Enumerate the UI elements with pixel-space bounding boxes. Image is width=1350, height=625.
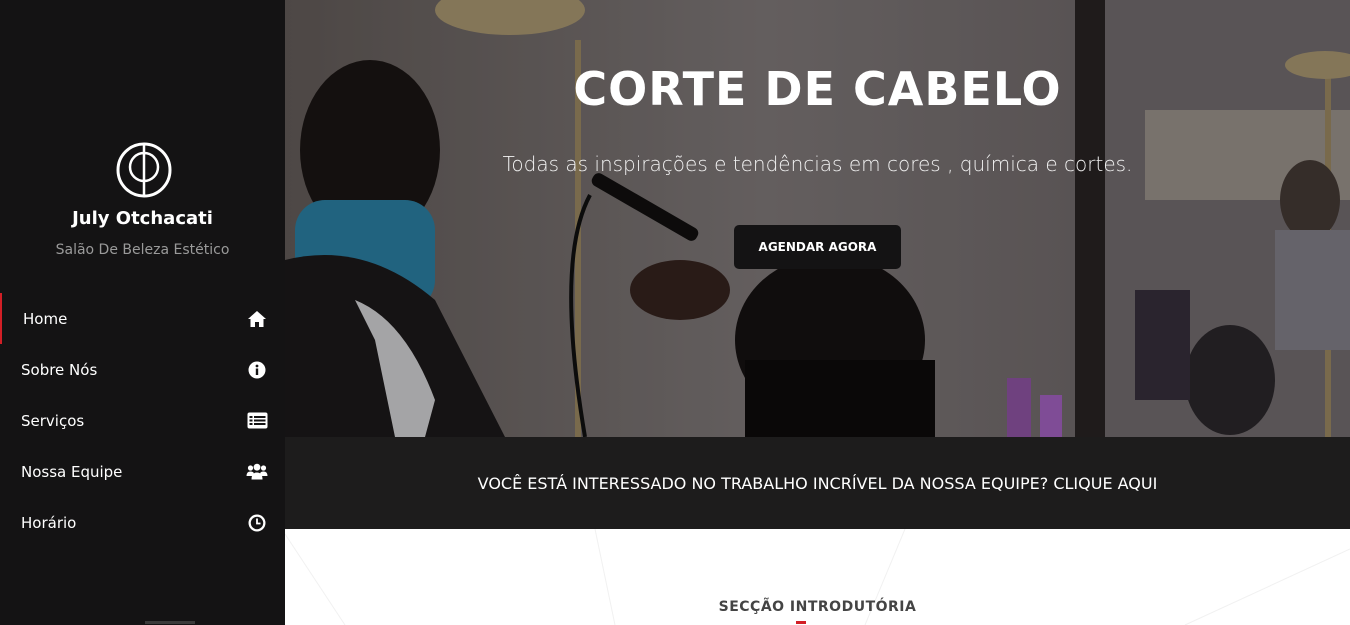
sidebar-item-sobre-nos[interactable]: Sobre Nós <box>0 344 285 395</box>
sidebar-item-label: Nossa Equipe <box>21 462 123 481</box>
info-icon <box>246 359 268 381</box>
hero-subtitle: Todas as inspirações e tendências em cor… <box>502 152 1133 176</box>
team-banner: VOCÊ ESTÁ INTERESSADO NO TRABALHO INCRÍV… <box>285 437 1350 529</box>
clock-icon <box>246 512 268 534</box>
intro-title: SECÇÃO INTRODUTÓRIA <box>718 599 917 615</box>
sidebar-item-horario[interactable]: Horário <box>0 497 285 548</box>
list-icon <box>246 410 268 432</box>
brand-name: July Otchacati <box>72 208 213 229</box>
sidebar-item-label: Home <box>23 309 68 328</box>
intro-section: SECÇÃO INTRODUTÓRIA <box>285 529 1350 625</box>
sidebar-item-home[interactable]: Home <box>0 293 285 344</box>
sidebar-nav: Home Sobre Nós Serviços Nossa Equipe Hor… <box>0 293 285 548</box>
brand-subtitle: Salão De Beleza Estético <box>55 242 230 258</box>
users-icon <box>246 461 268 483</box>
sidebar-item-label: Serviços <box>21 411 85 430</box>
circle-monogram-logo[interactable] <box>115 141 173 199</box>
agendar-agora-button[interactable]: AGENDAR AGORA <box>734 225 901 269</box>
sidebar-item-servicos[interactable]: Serviços <box>0 395 285 446</box>
sidebar-scroll-indicator <box>145 621 195 624</box>
home-icon <box>246 308 268 330</box>
hero-section: CORTE DE CABELO Todas as inspirações e t… <box>285 0 1350 437</box>
team-banner-link[interactable]: VOCÊ ESTÁ INTERESSADO NO TRABALHO INCRÍV… <box>478 474 1158 493</box>
sidebar-item-label: Sobre Nós <box>21 360 98 379</box>
sidebar-item-label: Horário <box>21 513 77 532</box>
hero-title: CORTE DE CABELO <box>573 62 1062 116</box>
sidebar-item-nossa-equipe[interactable]: Nossa Equipe <box>0 446 285 497</box>
sidebar: July Otchacati Salão De Beleza Estético … <box>0 0 285 625</box>
intro-accent-mark <box>796 621 806 624</box>
